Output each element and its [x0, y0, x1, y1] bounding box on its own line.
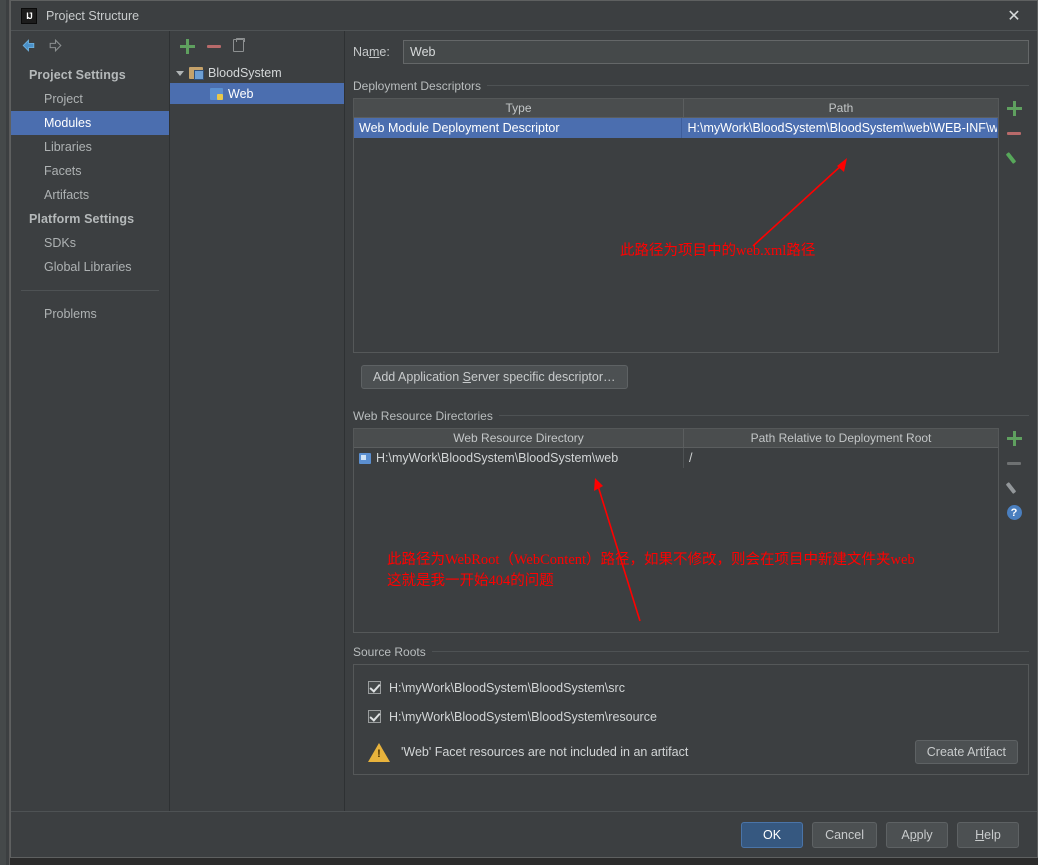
edit-descriptor-button[interactable]	[1006, 150, 1022, 166]
create-artifact-button[interactable]: Create Artifact	[914, 740, 1018, 764]
sidebar-item-artifacts[interactable]: Artifacts	[11, 183, 169, 207]
web-resource-directories-table: Web Resource Directory Path Relative to …	[353, 428, 999, 633]
column-header-path[interactable]: Path	[684, 99, 998, 117]
chevron-down-icon[interactable]	[176, 71, 184, 76]
background-window-strip-inner	[0, 0, 6, 865]
source-root-path: H:\myWork\BloodSystem\BloodSystem\resour…	[389, 709, 657, 724]
web-facet-icon	[210, 87, 223, 100]
add-module-button[interactable]	[179, 38, 195, 54]
sidebar-group-platform-settings: Platform Settings	[29, 212, 135, 226]
tree-node-bloodsystem[interactable]: BloodSystem	[170, 62, 344, 83]
column-header-path-relative[interactable]: Path Relative to Deployment Root	[684, 429, 998, 447]
column-header-type[interactable]: Type	[354, 99, 684, 117]
column-header-web-resource-directory[interactable]: Web Resource Directory	[354, 429, 684, 447]
source-root-checkbox[interactable]	[368, 681, 381, 694]
add-descriptor-button[interactable]	[1006, 100, 1022, 116]
module-tree-panel: BloodSystem Web	[170, 31, 345, 811]
table-header: Type Path	[354, 99, 998, 118]
web-resource-directories-title: Web Resource Directories	[353, 409, 499, 423]
sidebar-item-sdks[interactable]: SDKs	[11, 231, 169, 255]
warning-triangle-icon	[368, 742, 390, 762]
background-window-strip	[0, 0, 10, 865]
ok-button[interactable]: OK	[741, 821, 804, 848]
sidebar-item-modules[interactable]: Modules	[11, 111, 169, 135]
source-roots-title: Source Roots	[353, 645, 432, 659]
deployment-descriptors-body: Type Path Web Module Deployment Descript…	[353, 98, 1029, 397]
name-label: Name:	[353, 45, 390, 59]
name-input[interactable]	[403, 40, 1029, 64]
web-resource-directories-group: Web Resource Directories Web Resource Di…	[353, 407, 1029, 633]
sidebar-item-facets[interactable]: Facets	[11, 159, 169, 183]
sidebar-item-project[interactable]: Project	[11, 87, 169, 111]
intellij-idea-icon: IJ	[21, 7, 37, 24]
module-folder-icon	[189, 66, 204, 80]
sidebar-nav-arrows	[11, 31, 169, 59]
web-resource-help-button[interactable]: ?	[1006, 505, 1022, 520]
module-tree-toolbar	[170, 31, 344, 59]
cell-path: H:\myWork\BloodSystem\BloodSystem\web\WE…	[682, 118, 998, 138]
remove-module-button[interactable]	[206, 38, 221, 53]
cell-relative-path: /	[689, 451, 693, 465]
project-structure-dialog: IJ Project Structure ✕ Project Settings …	[10, 0, 1038, 858]
remove-descriptor-button[interactable]	[1006, 125, 1022, 141]
module-tree-items: BloodSystem Web	[170, 59, 344, 104]
dialog-body: Project Settings Project Modules Librari…	[11, 31, 1037, 811]
source-root-path: H:\myWork\BloodSystem\BloodSystem\src	[389, 680, 625, 695]
dialog-title: Project Structure	[46, 8, 140, 23]
remove-web-resource-button[interactable]	[1006, 455, 1022, 471]
artifact-warning-text: 'Web' Facet resources are not included i…	[401, 745, 689, 759]
close-icon[interactable]: ✕	[991, 1, 1037, 30]
deployment-descriptors-title: Deployment Descriptors	[353, 79, 488, 93]
settings-sidebar: Project Settings Project Modules Librari…	[11, 31, 170, 811]
directory-icon	[359, 452, 371, 464]
back-arrow-icon[interactable]	[20, 37, 37, 54]
edit-web-resource-button[interactable]	[1006, 480, 1022, 496]
cell-type: Web Module Deployment Descriptor	[354, 118, 683, 138]
web-resource-directories-tools: ?	[999, 428, 1029, 633]
deployment-descriptors-tools	[999, 98, 1029, 353]
artifact-warning-row: 'Web' Facet resources are not included i…	[354, 731, 1028, 774]
name-row: Name:	[353, 40, 1029, 64]
sidebar-item-problems[interactable]: Problems	[11, 302, 169, 326]
source-roots-body: H:\myWork\BloodSystem\BloodSystem\src H:…	[353, 664, 1029, 775]
deployment-descriptors-group: Deployment Descriptors Type Path Web Mod…	[353, 77, 1029, 397]
dialog-titlebar: IJ Project Structure ✕	[11, 1, 1037, 31]
group-divider-line	[353, 651, 1029, 652]
help-button[interactable]: Help	[957, 821, 1019, 848]
table-row[interactable]: Web Module Deployment Descriptor H:\myWo…	[354, 118, 998, 138]
apply-button[interactable]: Apply	[886, 821, 948, 848]
source-roots-group: Source Roots H:\myWork\BloodSystem\Blood…	[353, 643, 1029, 775]
facet-settings-panel: Name: Deployment Descriptors Type Path	[345, 31, 1037, 811]
tree-node-label: Web	[228, 86, 254, 101]
tree-node-web[interactable]: Web	[170, 83, 344, 104]
deployment-descriptors-table: Type Path Web Module Deployment Descript…	[353, 98, 999, 353]
sidebar-item-global-libraries[interactable]: Global Libraries	[11, 255, 169, 279]
dialog-footer: OK Cancel Apply Help	[11, 811, 1037, 857]
web-resource-directories-body: Web Resource Directory Path Relative to …	[353, 428, 1029, 633]
add-application-server-descriptor-button[interactable]: Add Application Server specific descript…	[361, 365, 628, 389]
table-row[interactable]: H:\myWork\BloodSystem\BloodSystem\web /	[354, 448, 998, 468]
tree-node-label: BloodSystem	[208, 65, 282, 80]
source-root-checkbox[interactable]	[368, 710, 381, 723]
list-item[interactable]: H:\myWork\BloodSystem\BloodSystem\resour…	[354, 702, 1028, 731]
sidebar-divider	[21, 290, 159, 291]
add-web-resource-button[interactable]	[1006, 430, 1022, 446]
sidebar-list: Project Settings Project Modules Librari…	[11, 59, 169, 326]
copy-module-button[interactable]	[233, 37, 245, 52]
cancel-button[interactable]: Cancel	[812, 821, 877, 848]
forward-arrow-icon[interactable]	[47, 37, 64, 54]
sidebar-item-libraries[interactable]: Libraries	[11, 135, 169, 159]
cell-text: H:\myWork\BloodSystem\BloodSystem\web	[376, 451, 619, 465]
table-header: Web Resource Directory Path Relative to …	[354, 429, 998, 448]
sidebar-group-project-settings: Project Settings	[29, 68, 126, 82]
cell-web-resource-directory: H:\myWork\BloodSystem\BloodSystem\web	[354, 448, 684, 468]
list-item[interactable]: H:\myWork\BloodSystem\BloodSystem\src	[354, 673, 1028, 702]
